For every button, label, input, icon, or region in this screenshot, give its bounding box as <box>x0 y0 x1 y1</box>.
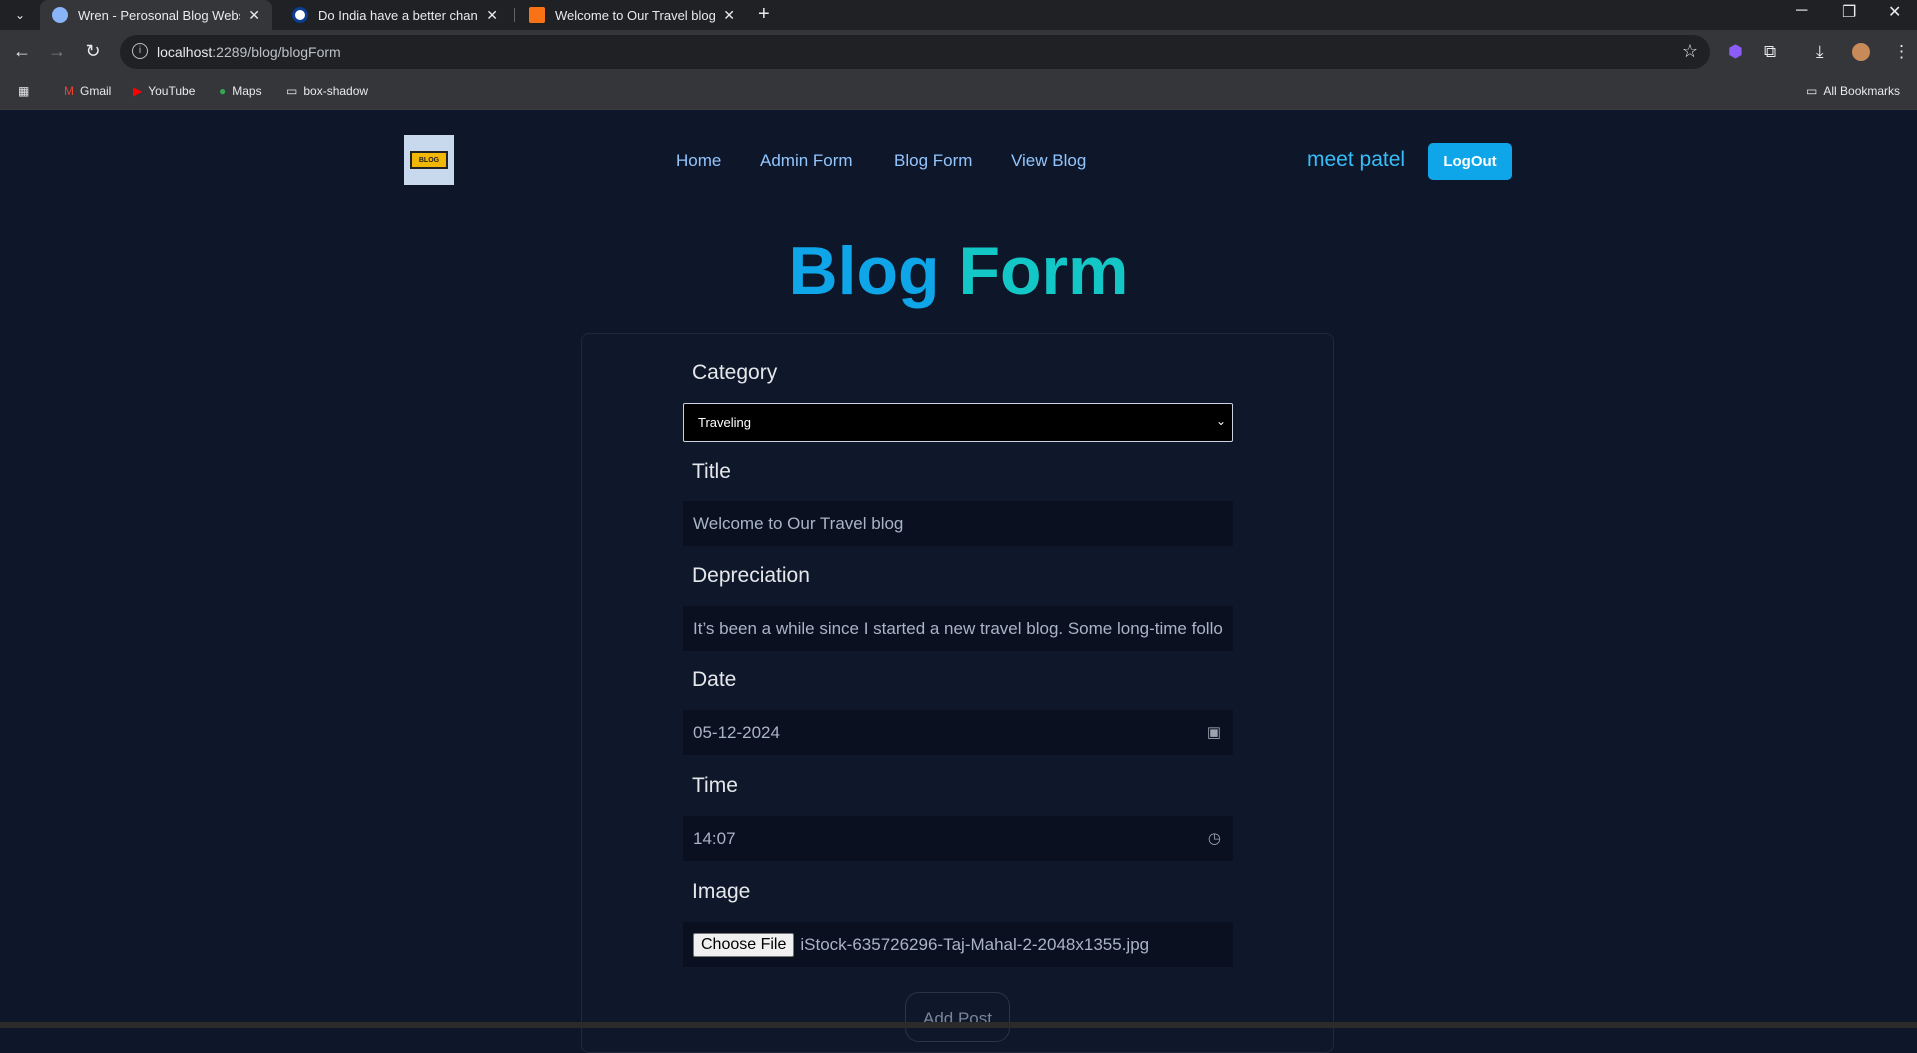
category-label: Category <box>692 361 778 384</box>
site-info-icon[interactable]: i <box>132 43 148 59</box>
gmail-icon: M <box>64 84 74 98</box>
bookmark-youtube[interactable]: ▶ YouTube <box>133 84 195 98</box>
tab-title: Welcome to Our Travel blog – I <box>555 7 716 23</box>
title-label: Title <box>692 460 731 483</box>
back-icon[interactable]: ← <box>11 41 33 62</box>
logo-plate: BLOG <box>410 151 448 169</box>
date-value: 05-12-2024 <box>693 722 780 742</box>
image-label: Image <box>692 880 751 903</box>
tab-title: Do India have a better chance t <box>318 7 478 23</box>
logo-text: BLOG <box>418 156 440 164</box>
user-name: meet patel <box>1307 148 1406 171</box>
clock-icon[interactable]: ◷ <box>1208 829 1221 847</box>
nav-blog-form[interactable]: Blog Form <box>894 151 972 171</box>
new-tab-button[interactable]: + <box>758 3 770 26</box>
reload-icon[interactable]: ↻ <box>82 41 104 62</box>
browser-toolbar: ← → ↻ i localhost:2289/blog/blogForm ☆ ⬢… <box>0 30 1917 74</box>
tab-title: Wren - Perosonal Blog Website <box>78 7 240 23</box>
bookmark-label: Maps <box>232 84 262 98</box>
tab-divider <box>514 8 515 22</box>
bookmark-label: Gmail <box>80 84 112 98</box>
image-file-input[interactable]: Choose File iStock-635726296-Taj-Mahal-2… <box>683 922 1233 967</box>
tab-travel-blog[interactable]: Welcome to Our Travel blog – I ✕ <box>517 0 747 30</box>
tab-india[interactable]: Do India have a better chance t ✕ <box>280 0 510 30</box>
extensions-icon[interactable]: ⧉ <box>1764 42 1776 62</box>
site-favicon-icon <box>292 7 308 23</box>
menu-icon[interactable]: ⋮ <box>1893 42 1910 62</box>
bookmark-gmail[interactable]: M Gmail <box>64 84 111 98</box>
category-selected-value: Traveling <box>698 415 751 430</box>
folder-icon: ▭ <box>286 84 298 98</box>
site-logo[interactable]: BLOG <box>404 135 454 185</box>
date-label: Date <box>692 668 737 691</box>
time-value: 14:07 <box>693 828 736 848</box>
url-text[interactable]: localhost:2289/blog/blogForm <box>157 44 341 60</box>
description-input[interactable]: It’s been a while since I started a new … <box>683 606 1233 651</box>
nav-admin-form[interactable]: Admin Form <box>760 151 853 171</box>
minimize-icon[interactable]: ─ <box>1796 2 1807 20</box>
description-label: Depreciation <box>692 564 810 587</box>
nav-home[interactable]: Home <box>676 151 721 171</box>
chevron-down-icon: ⌄ <box>1215 414 1226 428</box>
bookmark-label: YouTube <box>148 84 196 98</box>
url-path: :2289/blog/blogForm <box>212 44 341 60</box>
calendar-icon[interactable]: ▣ <box>1207 723 1221 741</box>
close-window-icon[interactable]: ✕ <box>1888 2 1901 22</box>
globe-icon <box>52 7 68 23</box>
all-bookmarks-label: All Bookmarks <box>1823 84 1901 98</box>
date-input[interactable]: 05-12-2024 ▣ <box>683 710 1233 755</box>
logout-button[interactable]: LogOut <box>1428 143 1512 180</box>
bookmark-box-shadow[interactable]: ▭ box-shadow <box>286 84 368 98</box>
youtube-icon: ▶ <box>133 84 143 98</box>
maps-icon: ● <box>219 84 227 98</box>
restore-icon[interactable]: ❐ <box>1842 2 1856 22</box>
image-filename: iStock-635726296-Taj-Mahal-2-2048x1355.j… <box>800 934 1150 954</box>
title-word-1: Blog <box>788 233 940 309</box>
close-tab-icon[interactable]: ✕ <box>486 7 498 24</box>
download-icon[interactable]: ⤓ <box>1816 42 1824 62</box>
tab-active[interactable]: Wren - Perosonal Blog Website ✕ <box>40 0 272 30</box>
window-bottom-edge <box>0 1022 1917 1028</box>
bookmark-star-icon[interactable]: ☆ <box>1682 41 1698 62</box>
extension-badge-icon[interactable]: ⬢ <box>1728 42 1743 62</box>
add-post-button[interactable]: Add Post <box>905 992 1010 1042</box>
time-input[interactable]: 14:07 ◷ <box>683 816 1233 861</box>
address-bar[interactable]: i localhost:2289/blog/blogForm ☆ <box>120 35 1710 69</box>
choose-file-button[interactable]: Choose File <box>693 932 795 957</box>
avatar[interactable] <box>1852 43 1870 61</box>
title-input[interactable]: Welcome to Our Travel blog <box>683 501 1233 546</box>
close-tab-icon[interactable]: ✕ <box>248 7 260 24</box>
folder-icon: ▭ <box>1806 84 1818 98</box>
bookmark-maps[interactable]: ● Maps <box>219 84 262 98</box>
blogger-icon <box>529 7 545 23</box>
title-word-2: Form <box>958 233 1129 309</box>
apps-icon[interactable]: ▦ <box>18 84 29 98</box>
page-content: BLOG Home Admin Form Blog Form View Blog… <box>0 111 1917 1053</box>
bookmarks-bar: ▦ M Gmail ▶ YouTube ● Maps ▭ box-shadow ▭ All… <box>0 74 1917 110</box>
tab-strip: ⌄ Wren - Perosonal Blog Website ✕ Do Ind… <box>0 0 1917 30</box>
time-label: Time <box>692 774 738 797</box>
tab-search-icon[interactable]: ⌄ <box>8 3 32 27</box>
category-select[interactable]: Traveling ⌄ <box>683 403 1233 442</box>
close-tab-icon[interactable]: ✕ <box>723 7 735 24</box>
nav-view-blog[interactable]: View Blog <box>1011 151 1086 171</box>
forward-icon[interactable]: → <box>46 41 68 62</box>
page-title: Blog Form <box>0 232 1917 310</box>
url-host: localhost <box>157 44 213 60</box>
bookmark-label: box-shadow <box>303 84 369 98</box>
all-bookmarks[interactable]: ▭ All Bookmarks <box>1806 84 1900 98</box>
